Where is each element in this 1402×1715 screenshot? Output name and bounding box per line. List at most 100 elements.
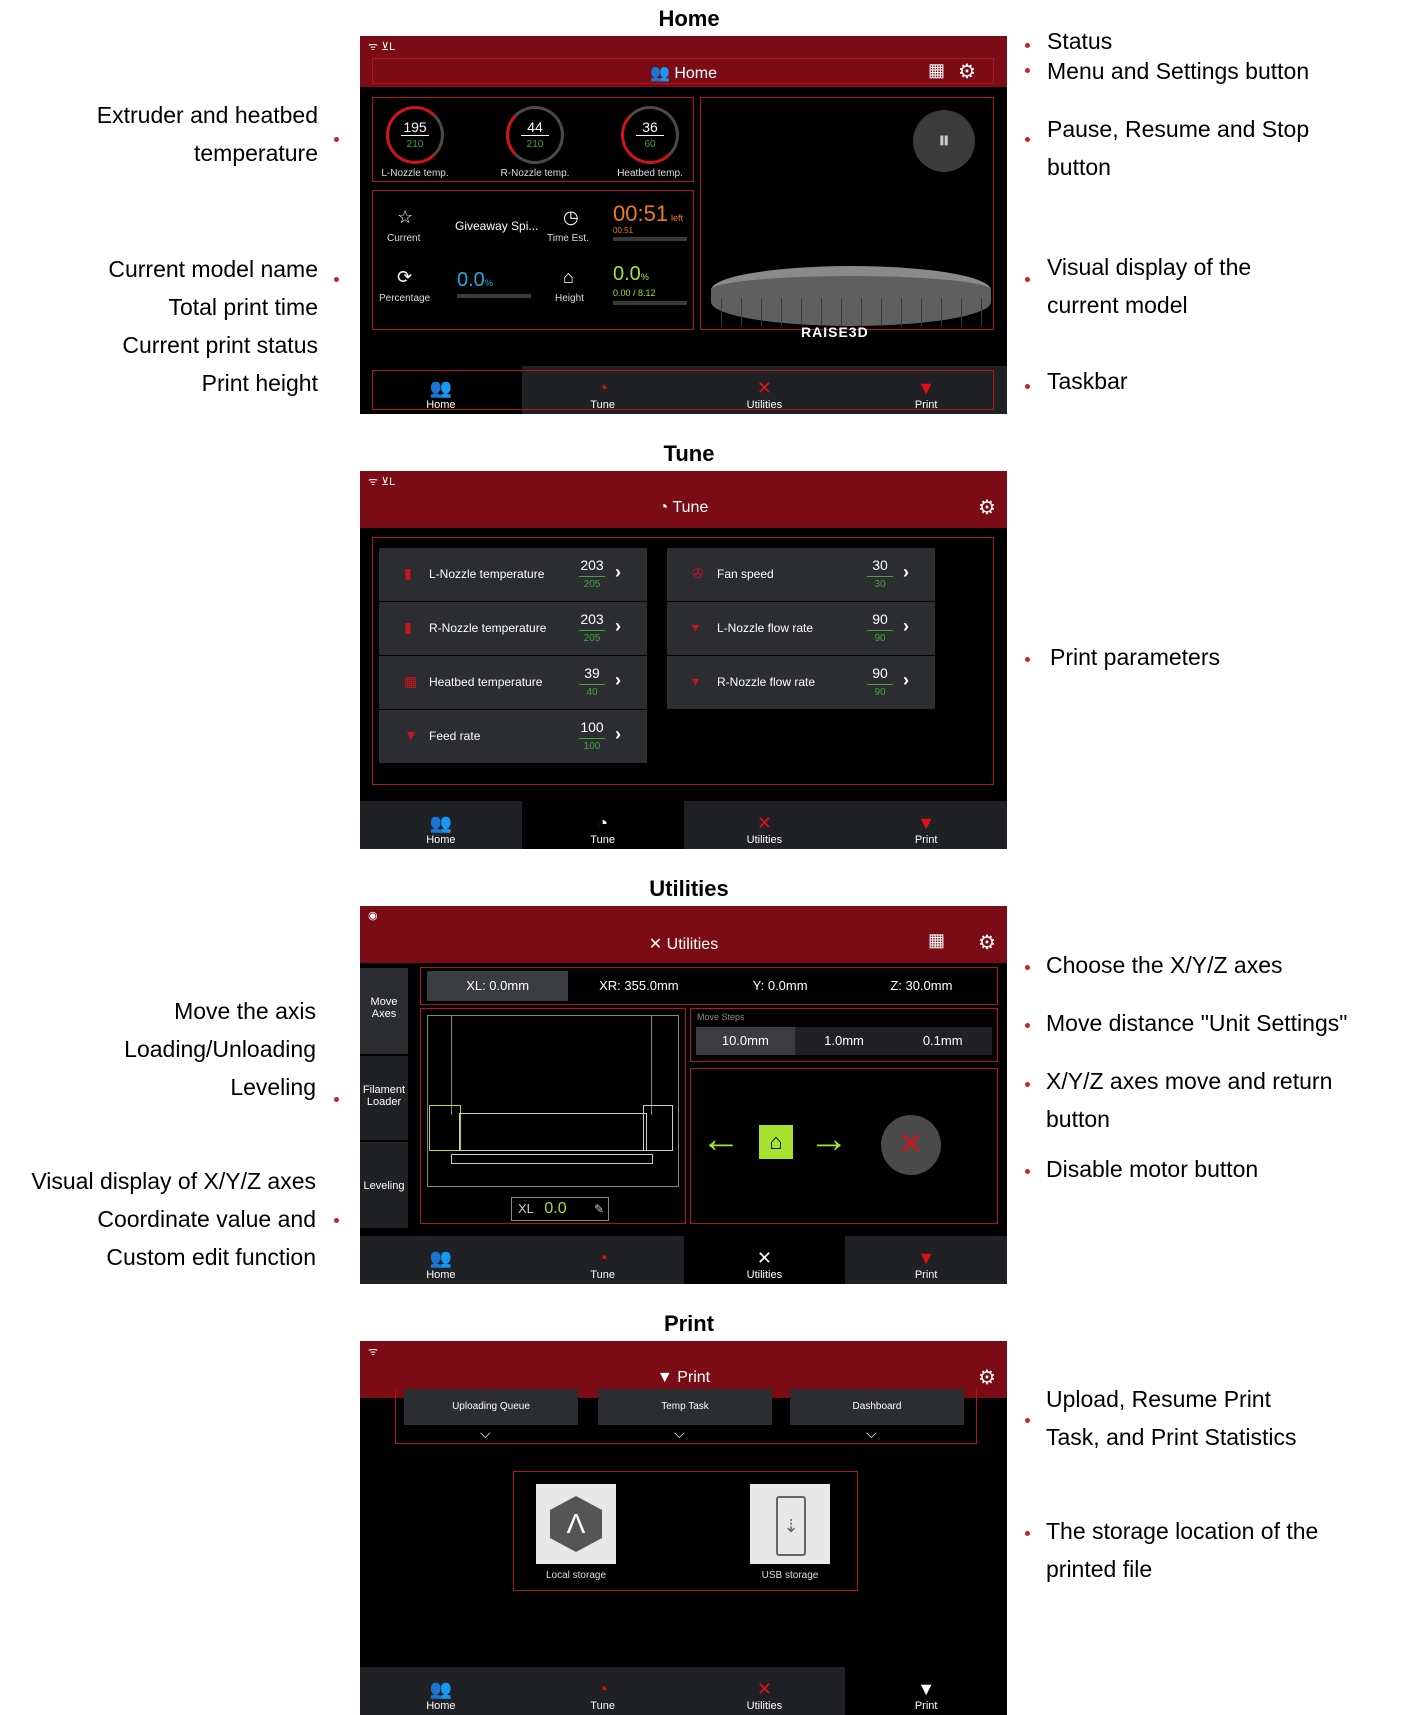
coordinate-editor[interactable]: XL 0.0 ✎ xyxy=(511,1197,609,1221)
chevron-right-icon[interactable]: › xyxy=(615,616,621,637)
tune-icon: ◔ xyxy=(658,499,673,516)
height-label: Height xyxy=(555,293,584,304)
tune-row[interactable]: ✇ Fan speed 30 30 › xyxy=(667,548,935,601)
taskbar-utilities[interactable]: ✕ Utilities xyxy=(683,1236,846,1284)
chevron-down-icon[interactable]: ⌵ xyxy=(480,1425,491,1442)
time-remaining: 00:51 xyxy=(613,201,669,226)
arrow-right-icon[interactable]: → xyxy=(809,1117,849,1162)
tune-row[interactable]: ▮ L-Nozzle temperature 203 205 › xyxy=(379,548,647,601)
step-0-1mm[interactable]: 0.1mm xyxy=(893,1027,992,1055)
chevron-right-icon[interactable]: › xyxy=(903,616,909,637)
heatbed-gauge[interactable]: 36 60 xyxy=(621,106,679,164)
chevron-down-icon[interactable]: ⌵ xyxy=(674,1425,685,1442)
chevron-right-icon[interactable]: › xyxy=(615,724,621,745)
temperature-panel: 195 210 L-Nozzle temp. 44 210 R-Nozzle t… xyxy=(372,97,694,182)
move-controls-panel: ← ⌂ → ✕ xyxy=(690,1068,998,1224)
disable-motor-button[interactable]: ✕ xyxy=(881,1115,941,1175)
section-title-utilities: Utilities xyxy=(649,876,729,901)
home-title-text: Home xyxy=(674,65,718,82)
taskbar-print[interactable]: ▼ Print xyxy=(845,801,1007,849)
tune-row[interactable]: ▼ Feed rate 100 100 › xyxy=(379,710,647,763)
taskbar-tune[interactable]: ◔ Tune xyxy=(521,801,684,849)
coord-axis-label: XL xyxy=(518,1201,534,1216)
chevron-right-icon[interactable]: › xyxy=(903,562,909,583)
heatbed-target: 60 xyxy=(644,139,656,150)
settings-gear-icon[interactable]: ⚙ xyxy=(978,930,996,955)
percentage-progress-bar xyxy=(457,294,531,298)
menu-icon[interactable]: ▦ xyxy=(928,60,945,81)
clock-icon: ◷ xyxy=(563,207,579,227)
l-nozzle-gauge[interactable]: 195 210 xyxy=(386,106,444,164)
tune-icon: ◔ xyxy=(597,1248,609,1268)
chevron-right-icon[interactable]: › xyxy=(903,670,909,691)
axis-tab-z[interactable]: Z: 30.0mm xyxy=(851,971,992,1001)
taskbar-outline xyxy=(372,370,994,410)
taskbar-tune[interactable]: ◔ Tune xyxy=(521,1236,684,1284)
tune-row[interactable]: ▾ L-Nozzle flow rate 90 90 › xyxy=(667,602,935,655)
edit-pencil-icon[interactable]: ✎ xyxy=(594,1198,604,1220)
arrow-left-icon[interactable]: ← xyxy=(701,1117,741,1162)
settings-gear-icon[interactable]: ⚙ xyxy=(958,59,976,84)
annotation-move-distance: Move distance "Unit Settings" xyxy=(1046,1010,1348,1036)
time-small: 00:51 xyxy=(613,226,634,235)
print-icon: ▼ xyxy=(656,1369,678,1386)
chevron-right-icon[interactable]: › xyxy=(615,562,621,583)
tune-row-target: 90 xyxy=(874,633,886,644)
local-storage-button[interactable]: Λ xyxy=(536,1484,616,1564)
menu-icon[interactable]: ▦ xyxy=(928,930,945,951)
step-10mm[interactable]: 10.0mm xyxy=(696,1027,795,1055)
build-plate-grid xyxy=(721,298,983,326)
taskbar-utilities[interactable]: ✕ Utilities xyxy=(683,801,846,849)
tune-row-current: 90 xyxy=(872,665,888,681)
side-tab-leveling[interactable]: Leveling xyxy=(360,1142,408,1228)
taskbar-home[interactable]: 👥 Home xyxy=(360,1236,522,1284)
taskbar-tune[interactable]: ◔ Tune xyxy=(521,1667,684,1715)
callout-dot xyxy=(334,277,339,282)
axis-tab-xr[interactable]: XR: 355.0mm xyxy=(568,971,709,1001)
axis-tab-y[interactable]: Y: 0.0mm xyxy=(710,971,851,1001)
taskbar-home[interactable]: 👥 Home xyxy=(360,1667,522,1715)
step-1mm[interactable]: 1.0mm xyxy=(795,1027,894,1055)
usb-storage-button[interactable]: ⇣ xyxy=(750,1484,830,1564)
home-axis-icon[interactable]: ⌂ xyxy=(759,1125,793,1159)
heatbed-icon: ▦ xyxy=(404,673,418,689)
print-info-panel: ☆ Current Giveaway Spi... ◷ Time Est. 00… xyxy=(372,190,694,330)
taskbar-print[interactable]: ▼ Print xyxy=(845,1667,1007,1715)
tune-icon: ◔ xyxy=(597,1679,609,1699)
annotation-params: Print parameters xyxy=(1050,644,1221,670)
chevron-down-icon[interactable]: ⌵ xyxy=(866,1425,877,1442)
callout-dot xyxy=(1025,1418,1030,1423)
tab-dashboard[interactable]: Dashboard xyxy=(790,1389,964,1425)
settings-gear-icon[interactable]: ⚙ xyxy=(978,1365,996,1390)
callout-dot xyxy=(1025,277,1030,282)
section-title-home: Home xyxy=(658,6,720,31)
annotation-model: Current model name Total print time Curren… xyxy=(108,256,318,396)
tune-row[interactable]: ▾ R-Nozzle flow rate 90 90 › xyxy=(667,656,935,709)
tab-uploading-queue[interactable]: Uploading Queue xyxy=(404,1389,578,1425)
tune-row[interactable]: ▦ Heatbed temperature 39 40 › xyxy=(379,656,647,709)
utilities-header-title: ✕ Utilities xyxy=(648,936,719,953)
axis-tab-xl[interactable]: XL: 0.0mm xyxy=(427,971,569,1001)
home-screen: ᯤ ⊻L 👥 Home ▦ ⚙ 195 210 L-Nozzle temp. 4… xyxy=(360,36,1007,414)
print-icon: ▼ xyxy=(917,1248,936,1268)
r-nozzle-gauge[interactable]: 44 210 xyxy=(506,106,564,164)
tune-row[interactable]: ▮ R-Nozzle temperature 203 205 › xyxy=(379,602,647,655)
side-tab-filament-loader[interactable]: Filament Loader xyxy=(360,1056,408,1140)
section-title-tune: Tune xyxy=(663,441,715,466)
pause-stop-button[interactable]: ⏸ xyxy=(913,110,975,172)
tune-screen: ᯤ ⊻L ◔ Tune ⚙ ▮ L-Nozzle temperature 203 20… xyxy=(360,471,1007,849)
move-steps-label: Move Steps xyxy=(697,1012,745,1022)
taskbar-print[interactable]: ▼ Print xyxy=(845,1236,1007,1284)
side-tab-move-axes[interactable]: Move Axes xyxy=(360,968,408,1054)
l-nozzle-target: 210 xyxy=(406,139,424,150)
taskbar-home[interactable]: 👥 Home xyxy=(360,801,522,849)
settings-gear-icon[interactable]: ⚙ xyxy=(978,495,996,520)
tools-icon: ✕ xyxy=(648,936,667,953)
fan-icon: ✇ xyxy=(692,565,704,581)
tab-temp-task[interactable]: Temp Task xyxy=(598,1389,772,1425)
tune-row-target: 205 xyxy=(583,579,601,590)
chevron-right-icon[interactable]: › xyxy=(615,670,621,691)
taskbar-utilities[interactable]: ✕ Utilities xyxy=(683,1667,846,1715)
print-icon: ▼ xyxy=(917,1679,936,1699)
section-title-print: Print xyxy=(663,1311,715,1336)
